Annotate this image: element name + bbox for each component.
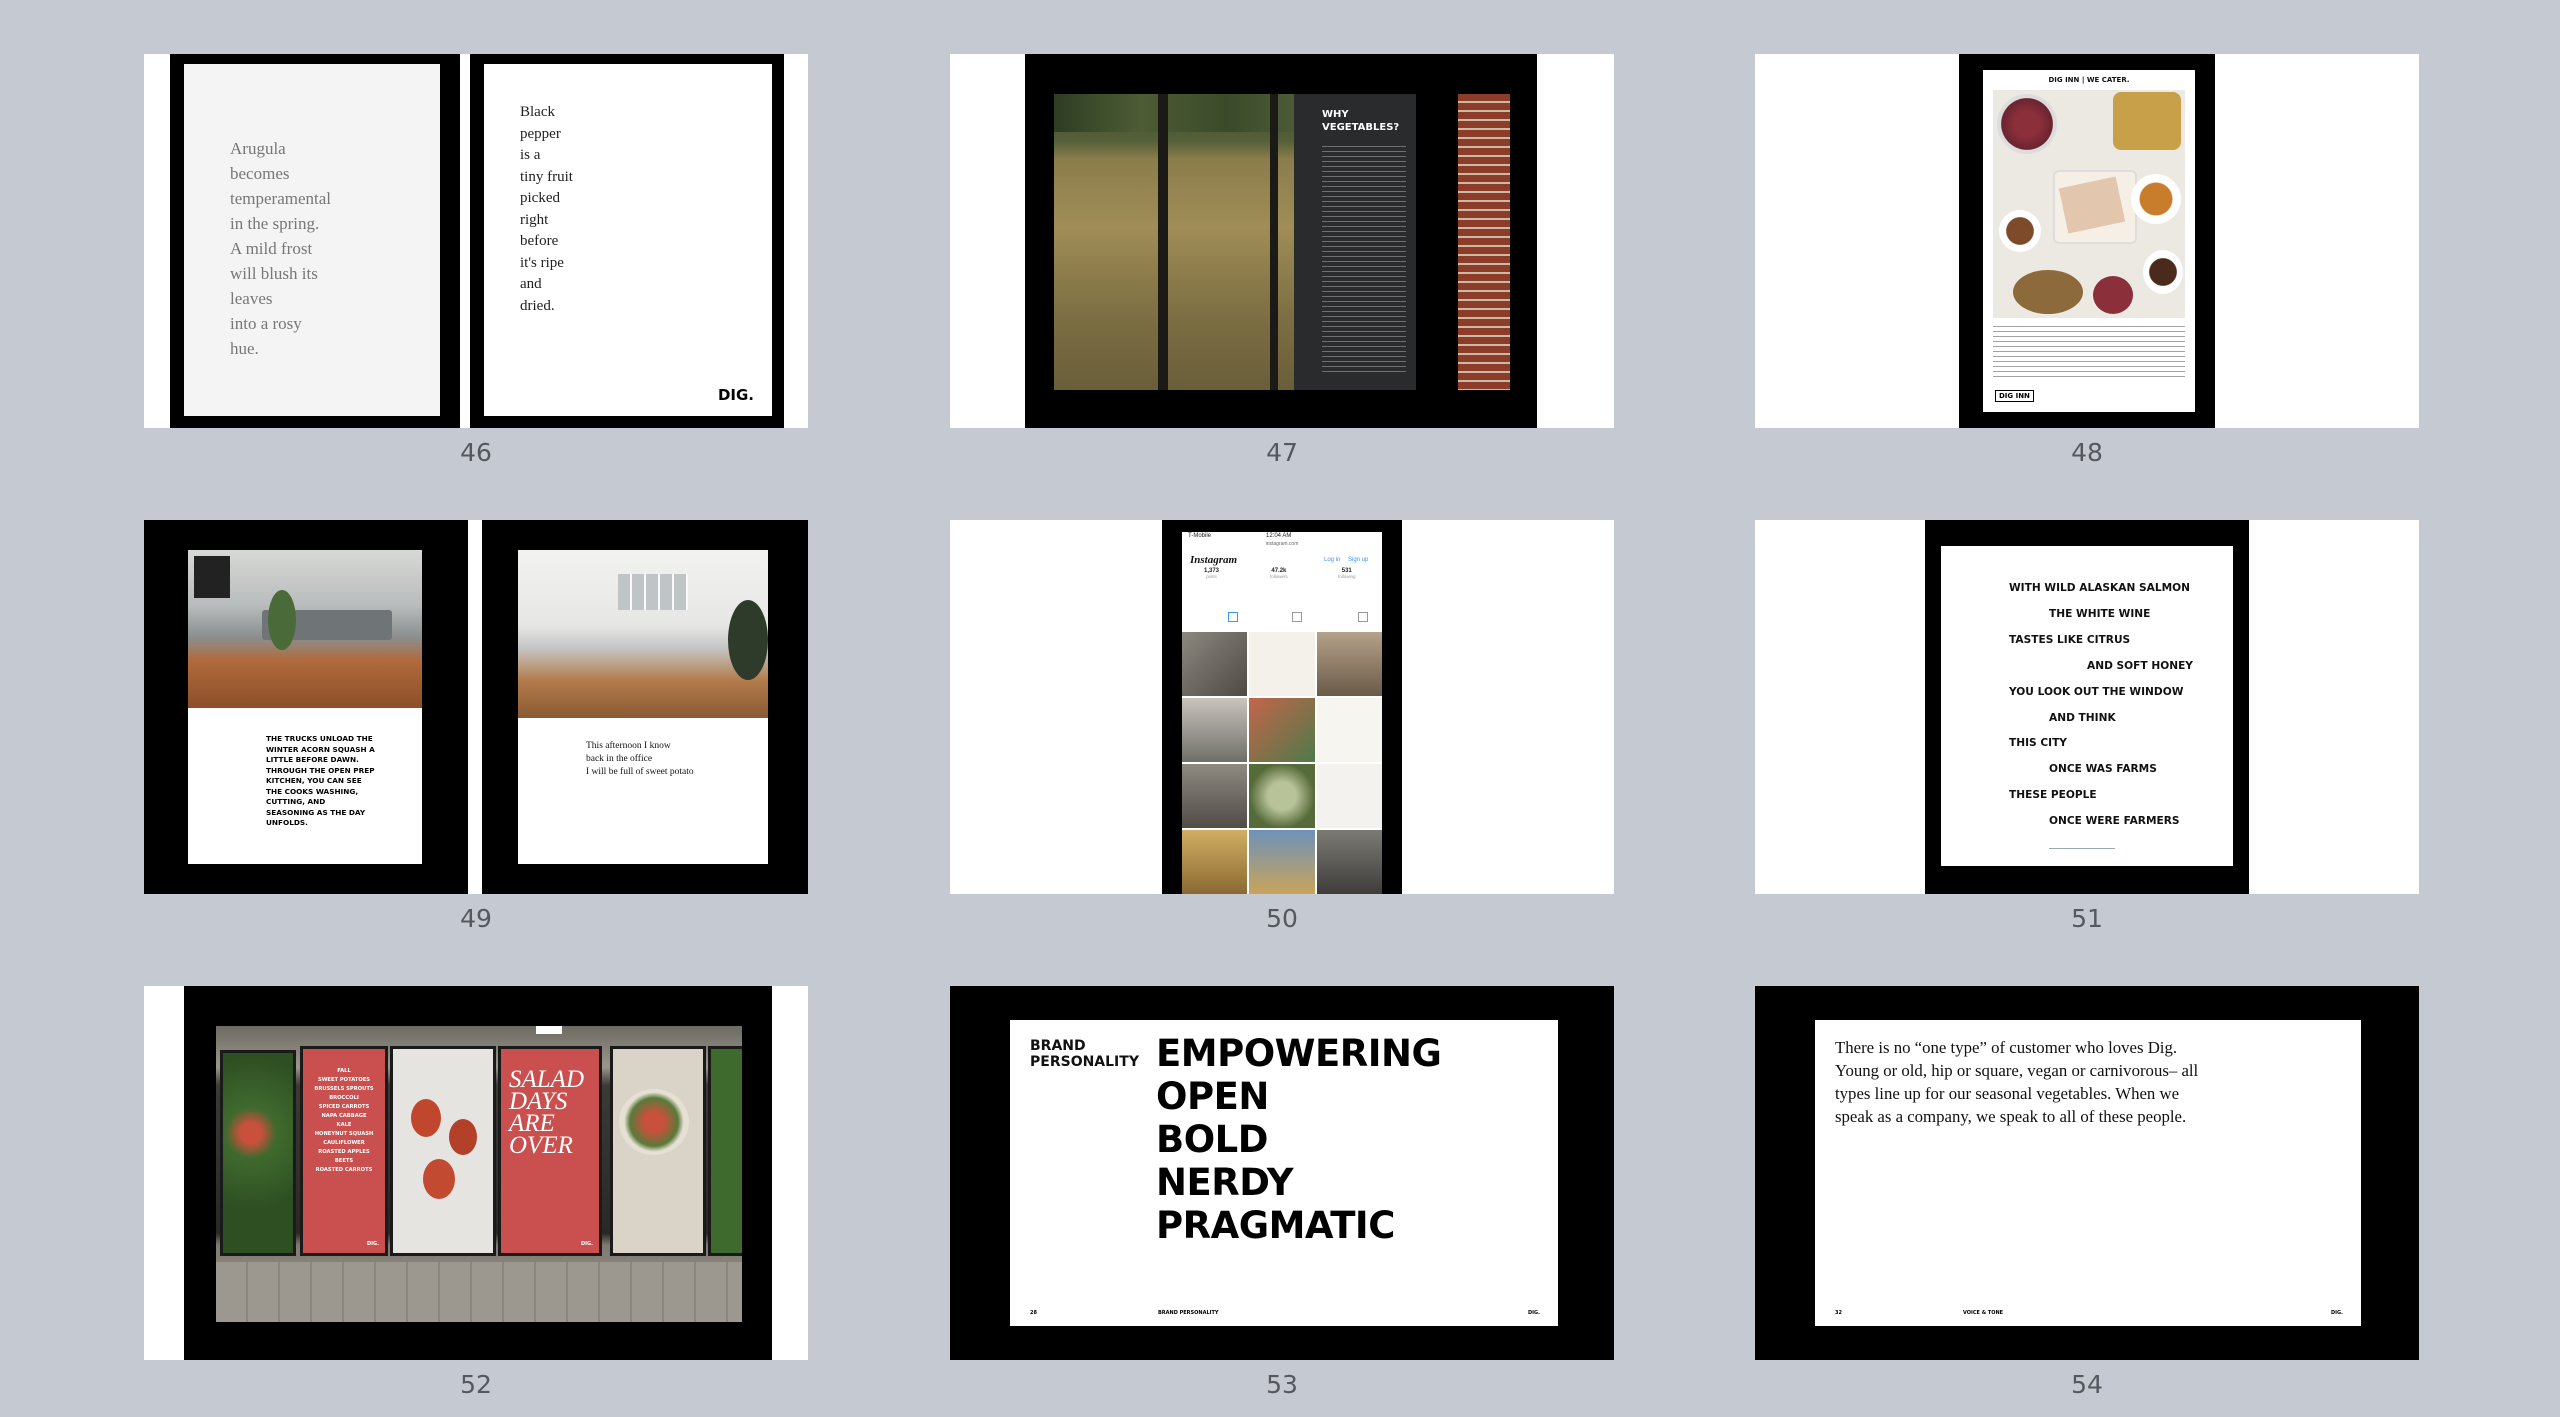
thumbnail-54[interactable]: There is no “one type” of customer who l… xyxy=(1755,986,2419,1360)
post-tile[interactable] xyxy=(1316,698,1382,762)
office-photo xyxy=(518,550,768,718)
why-vegetables-panel: WHY VEGETABLES? xyxy=(1294,94,1416,390)
thumbnail-53[interactable]: BRAND PERSONALITY EMPOWERING OPEN BOLD N… xyxy=(950,986,1614,1360)
salad-days-logo: DIG. xyxy=(580,1241,593,1247)
post-tile[interactable] xyxy=(1182,764,1248,828)
post-tile[interactable] xyxy=(1316,830,1382,894)
post-tile[interactable] xyxy=(1182,698,1248,762)
voice-page: There is no “one type” of customer who l… xyxy=(1815,1020,2361,1326)
tagged-tab-icon[interactable] xyxy=(1358,612,1368,622)
body-text-lines xyxy=(1322,146,1406,376)
window-field-photo xyxy=(1054,94,1314,390)
kitchen-photo xyxy=(188,550,422,708)
brand-page: BRAND PERSONALITY EMPOWERING OPEN BOLD N… xyxy=(1010,1020,1558,1326)
sweet-potato-text: This afternoon I know back in the office… xyxy=(586,741,694,777)
page-right: Black pepper is a tiny fruit picked righ… xyxy=(484,64,772,416)
page-number-50: 50 xyxy=(1266,904,1298,933)
why-vegetables-title: WHY VEGETABLES? xyxy=(1322,109,1400,133)
post-tile[interactable] xyxy=(1182,830,1248,894)
dig-logo: DIG. xyxy=(717,386,754,404)
thumbnail-52[interactable]: FALL SWEET POTATOES BRUSSELS SPROUTS BRO… xyxy=(144,986,808,1360)
list-tab-icon[interactable] xyxy=(1292,612,1302,622)
customer-paragraph: There is no “one type” of customer who l… xyxy=(1835,1038,2199,1126)
photo-grid xyxy=(1182,632,1382,894)
thumbnail-46[interactable]: Arugula becomes temperamental in the spr… xyxy=(144,54,808,428)
personality-words: EMPOWERING OPEN BOLD NERDY PRAGMATIC xyxy=(1156,1032,1442,1247)
post-tile[interactable] xyxy=(1249,764,1315,828)
post-tile[interactable] xyxy=(1249,698,1315,762)
post-tile[interactable] xyxy=(1316,764,1382,828)
poem-page: WITH WILD ALASKAN SALMON THE WHITE WINE … xyxy=(1941,546,2233,866)
gutter xyxy=(468,520,482,894)
salmon-poem: WITH WILD ALASKAN SALMON THE WHITE WINE … xyxy=(2009,582,2193,828)
footer-page-number: 28 xyxy=(1030,1310,1037,1316)
profile-stats: 1,373 posts 47.2k followers 531 following xyxy=(1204,568,1356,579)
page-number-47: 47 xyxy=(1266,438,1298,467)
divider xyxy=(2049,848,2115,849)
menu-poster-list: FALL SWEET POTATOES BRUSSELS SPROUTS BRO… xyxy=(314,1068,374,1173)
salad-days-headline: SALAD DAYS ARE OVER xyxy=(509,1066,584,1159)
brick-wall-photo xyxy=(1458,94,1510,390)
arugula-poem: Arugula becomes temperamental in the spr… xyxy=(230,139,332,358)
page-number-52: 52 xyxy=(460,1370,492,1399)
thumbnail-49[interactable]: THE TRUCKS UNLOAD THE WINTER ACORN SQUAS… xyxy=(144,520,808,894)
pepper-poem: Black pepper is a tiny fruit picked righ… xyxy=(520,104,573,314)
menu-text-block xyxy=(1993,326,2185,378)
page-number-51: 51 xyxy=(2071,904,2103,933)
post-tile[interactable] xyxy=(1182,632,1248,696)
page-number-46: 46 xyxy=(460,438,492,467)
menu-poster: FALL SWEET POTATOES BRUSSELS SPROUTS BRO… xyxy=(300,1046,388,1256)
subway-photo: FALL SWEET POTATOES BRUSSELS SPROUTS BRO… xyxy=(216,1026,742,1322)
post-tile[interactable] xyxy=(1249,632,1315,696)
dig-inn-logo: DIG INN xyxy=(1995,390,2034,402)
footer-section: VOICE & TONE xyxy=(1963,1310,2004,1316)
signup-link[interactable]: Sign up xyxy=(1348,557,1368,563)
vegetable-poster xyxy=(220,1050,296,1256)
kitchen-text-panel: THE TRUCKS UNLOAD THE WINTER ACORN SQUAS… xyxy=(188,708,422,864)
edge-poster xyxy=(708,1046,742,1256)
page-left: Arugula becomes temperamental in the spr… xyxy=(184,64,440,416)
grid-tab-icon[interactable] xyxy=(1228,612,1238,622)
thumbnail-47[interactable]: WHY VEGETABLES? xyxy=(950,54,1614,428)
phone-screen: T-Mobile 12:04 AM instagram.com Instagra… xyxy=(1182,532,1382,894)
carrier-label: T-Mobile xyxy=(1188,533,1212,539)
time-label: 12:04 AM xyxy=(1266,533,1292,539)
trucks-unload-text: THE TRUCKS UNLOAD THE WINTER ACORN SQUAS… xyxy=(266,734,375,827)
url-bar: instagram.com xyxy=(1265,541,1299,547)
brand-personality-label: BRAND PERSONALITY xyxy=(1030,1038,1139,1070)
page-number-49: 49 xyxy=(460,904,492,933)
page-number-53: 53 xyxy=(1266,1370,1298,1399)
catering-food-photo xyxy=(1993,90,2185,318)
catering-page: DIG INN | WE CATER. DIG INN xyxy=(1983,70,2195,412)
status-bar: T-Mobile 12:04 AM xyxy=(1182,532,1382,541)
login-link[interactable]: Log in xyxy=(1324,557,1340,563)
menu-poster-logo: DIG. xyxy=(366,1241,379,1247)
salad-days-poster: SALAD DAYS ARE OVER DIG. xyxy=(498,1046,602,1256)
thumbnail-50[interactable]: T-Mobile 12:04 AM instagram.com Instagra… xyxy=(950,520,1614,894)
page-number-48: 48 xyxy=(2071,438,2103,467)
post-tile[interactable] xyxy=(1249,830,1315,894)
footer-page-number: 32 xyxy=(1835,1310,1842,1316)
page-number-54: 54 xyxy=(2071,1370,2103,1399)
bowl-poster xyxy=(610,1046,706,1256)
egg-poster xyxy=(390,1046,496,1256)
instagram-wordmark: Instagram xyxy=(1190,554,1238,566)
footer-logo: DIG. xyxy=(2330,1310,2343,1316)
post-tile[interactable] xyxy=(1316,632,1382,696)
thumbnail-48[interactable]: DIG INN | WE CATER. DIG INN xyxy=(1755,54,2419,428)
catering-header: DIG INN | WE CATER. xyxy=(2048,76,2130,84)
footer-section: BRAND PERSONALITY xyxy=(1158,1310,1219,1316)
thumbnail-51[interactable]: WITH WILD ALASKAN SALMON THE WHITE WINE … xyxy=(1755,520,2419,894)
footer-logo: DIG. xyxy=(1527,1310,1540,1316)
office-text-panel: This afternoon I know back in the office… xyxy=(518,718,768,864)
